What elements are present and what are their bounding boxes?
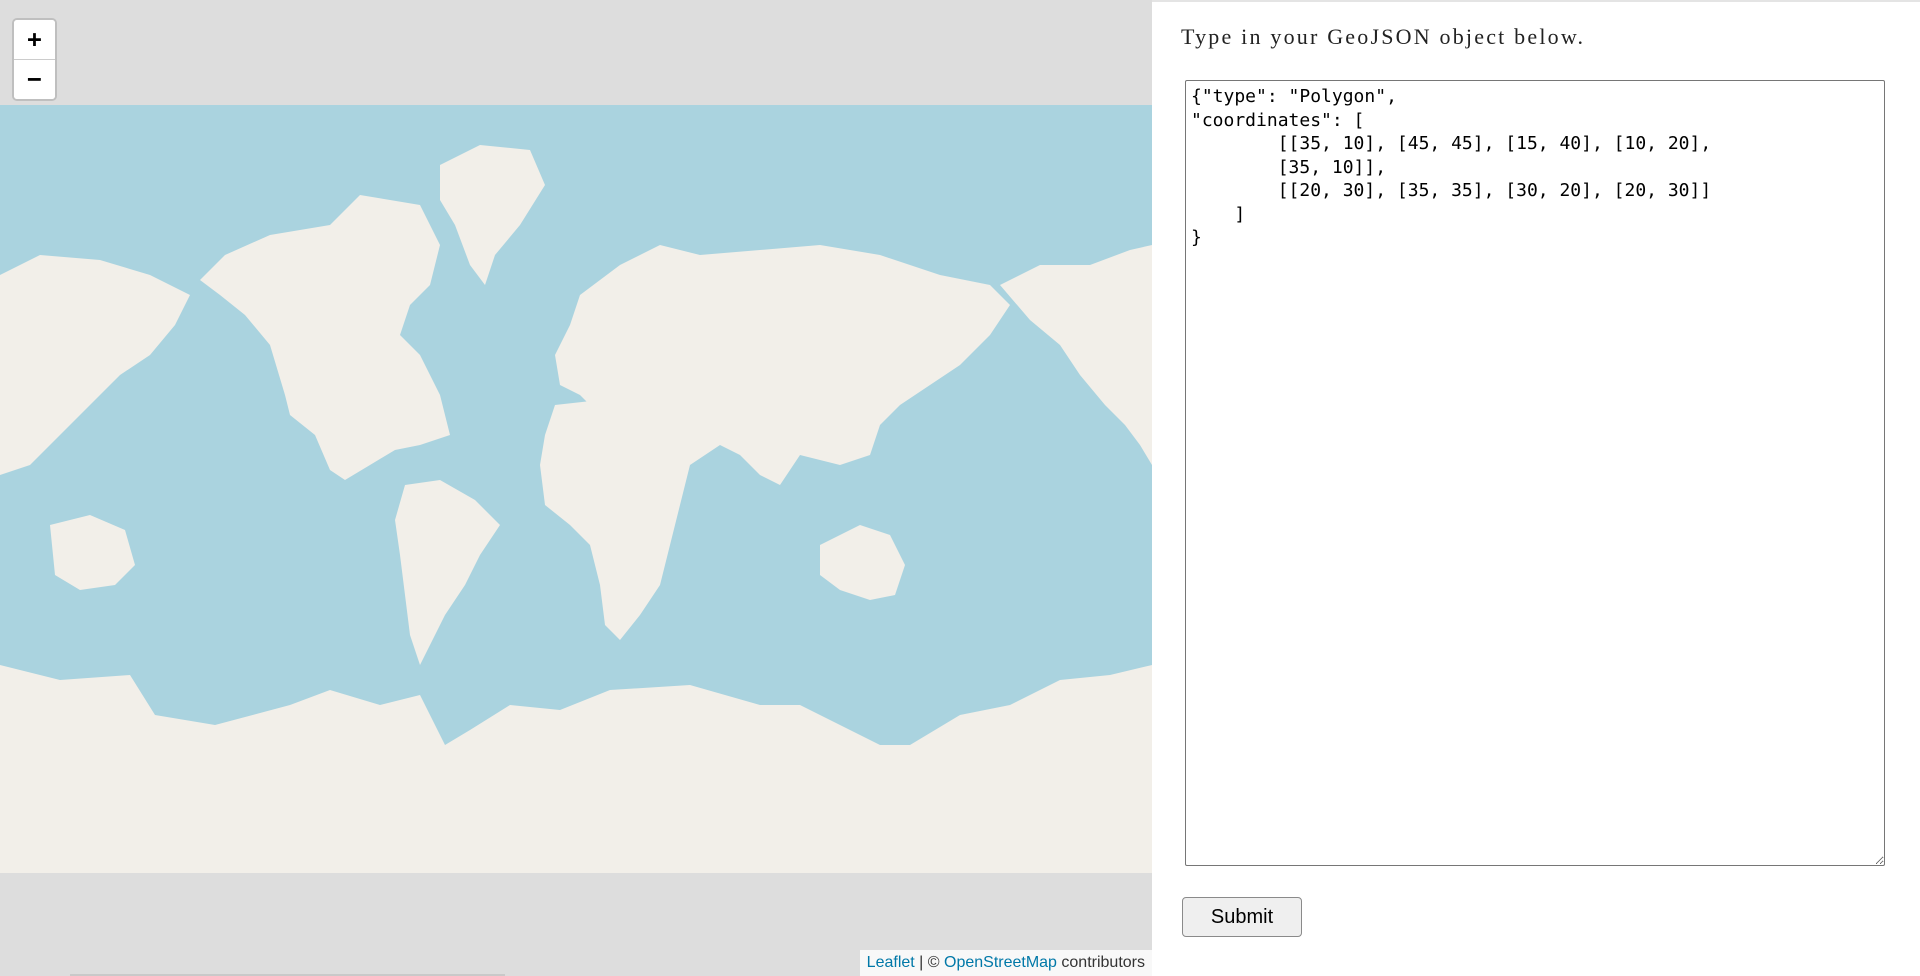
- submit-button[interactable]: Submit: [1182, 897, 1302, 937]
- attribution-suffix: contributors: [1056, 954, 1145, 971]
- zoom-in-button[interactable]: +: [14, 20, 55, 59]
- world-map[interactable]: [0, 105, 1152, 873]
- geojson-form-panel: Type in your GeoJSON object below. {"typ…: [1152, 0, 1920, 976]
- leaflet-link[interactable]: Leaflet: [867, 954, 915, 971]
- openstreetmap-link[interactable]: OpenStreetMap: [944, 954, 1057, 971]
- instructions-text: Type in your GeoJSON object below.: [1181, 24, 1586, 49]
- map-attribution: Leaflet | © OpenStreetMap contributors: [859, 950, 1152, 976]
- zoom-control: + −: [12, 18, 57, 101]
- map-container[interactable]: + − Leaflet | © OpenStreetMap contributo…: [0, 0, 1152, 976]
- geojson-textarea[interactable]: {"type": "Polygon", "coordinates": [ [[3…: [1185, 80, 1885, 866]
- zoom-out-button[interactable]: −: [14, 59, 55, 99]
- attribution-separator: | ©: [914, 954, 944, 971]
